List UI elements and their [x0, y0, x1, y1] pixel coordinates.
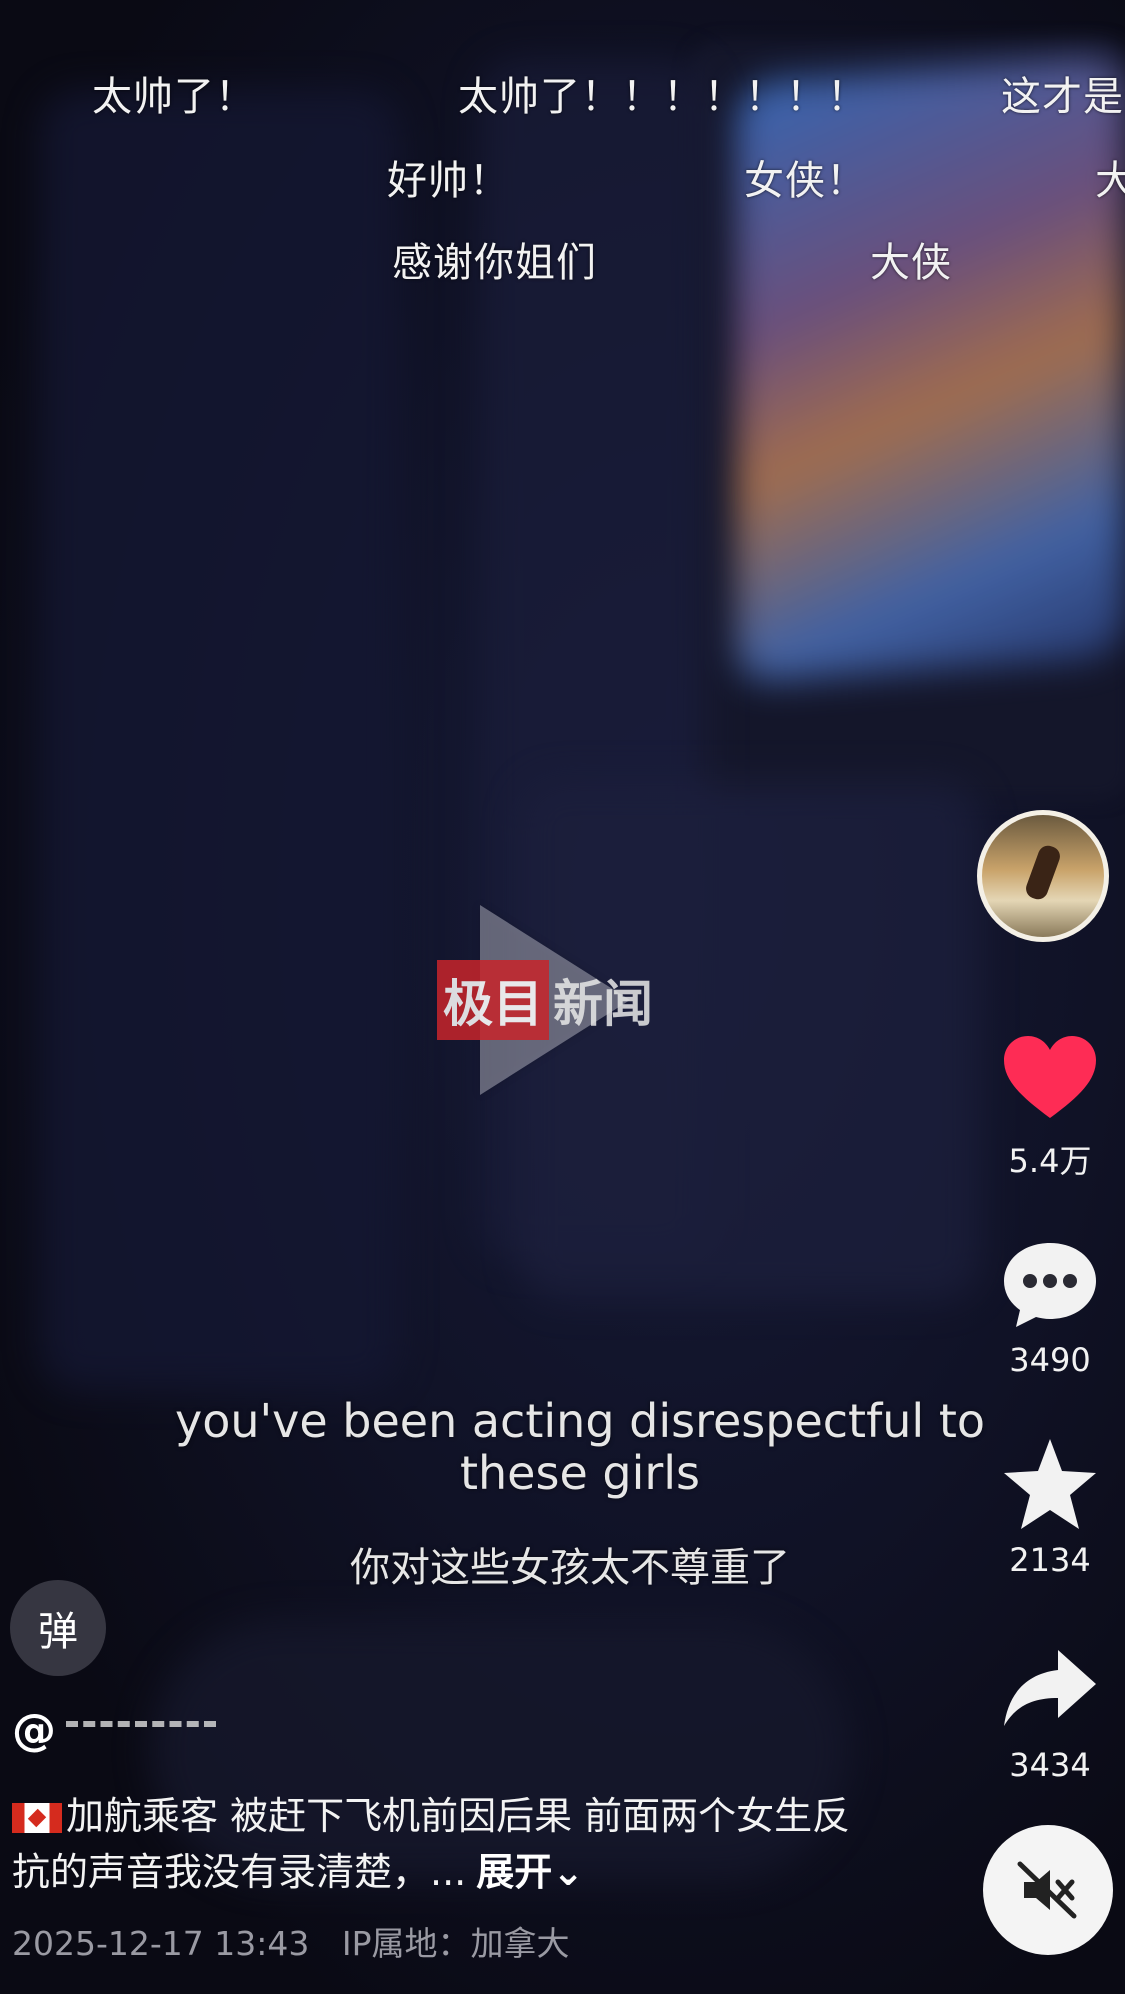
- author-avatar[interactable]: [977, 810, 1109, 942]
- author-at-sign: @: [12, 1705, 56, 1756]
- avatar-figure-shape: [1023, 842, 1063, 903]
- like-button[interactable]: 5.4万: [975, 1030, 1125, 1182]
- watermark-white-text: 新闻: [553, 974, 653, 1033]
- danmaku-comment: 女侠！: [744, 158, 867, 204]
- video-caption: 加航乘客 被赶下飞机前因后果 前面两个女生反抗的声音我没有录清楚，... 展开⌄: [12, 1788, 852, 1900]
- star-icon: [1004, 1439, 1096, 1529]
- comment-button[interactable]: 3490: [975, 1235, 1125, 1379]
- ip-location: IP属地：加拿大: [341, 1924, 570, 1963]
- canada-flag-icon: [12, 1803, 62, 1833]
- action-rail: 5.4万 3490 2134 3434: [975, 0, 1125, 1994]
- subtitle-english: you've been acting disrespectful to thes…: [174, 1394, 986, 1500]
- news-watermark: 极目 新闻: [437, 960, 657, 1040]
- expand-caption-button[interactable]: 展开⌄: [476, 1850, 584, 1894]
- favorite-count: 2134: [1009, 1541, 1091, 1579]
- author-handle[interactable]: @: [12, 1705, 216, 1756]
- like-count: 5.4万: [1008, 1142, 1092, 1180]
- subtitle-chinese: 你对这些女孩太不尊重了: [350, 1545, 790, 1591]
- share-count: 3434: [1009, 1746, 1091, 1784]
- maple-leaf-shape: [27, 1808, 47, 1828]
- share-icon: [1004, 1650, 1096, 1726]
- share-button[interactable]: 3434: [975, 1640, 1125, 1784]
- danmaku-toggle-label: 弹: [38, 1609, 78, 1655]
- mute-icon: [1017, 1861, 1077, 1919]
- danmaku-comment: 太帅了！！！！！！！: [458, 74, 868, 120]
- comment-icon: [1004, 1243, 1096, 1327]
- redacted-username: [66, 1720, 216, 1741]
- danmaku-comment: 大侠: [870, 240, 952, 286]
- danmaku-comment: 好帅！: [387, 158, 510, 204]
- danmaku-comment: 感谢你姐们: [392, 240, 597, 286]
- post-meta: 2025-12-17 13:43 IP属地：加拿大: [12, 1917, 592, 1965]
- post-timestamp: 2025-12-17 13:43: [12, 1924, 310, 1963]
- danmaku-comment: 太帅了！: [92, 74, 256, 120]
- video-player[interactable]: 太帅了！ 太帅了！！！！！！！ 这才是 好帅！ 女侠！ 大 感谢你姐们 大侠 极…: [0, 0, 1125, 1994]
- favorite-button[interactable]: 2134: [975, 1435, 1125, 1579]
- watermark-red-text: 极目: [437, 960, 549, 1040]
- heart-icon: [1004, 1036, 1096, 1118]
- caption-text: 加航乘客 被赶下飞机前因后果 前面两个女生反抗的声音我没有录清楚，...: [12, 1794, 851, 1894]
- comment-count: 3490: [1009, 1341, 1091, 1379]
- danmaku-toggle-button[interactable]: 弹: [10, 1580, 106, 1676]
- mute-button[interactable]: [983, 1825, 1113, 1955]
- seat-left-shape: [40, 90, 400, 1390]
